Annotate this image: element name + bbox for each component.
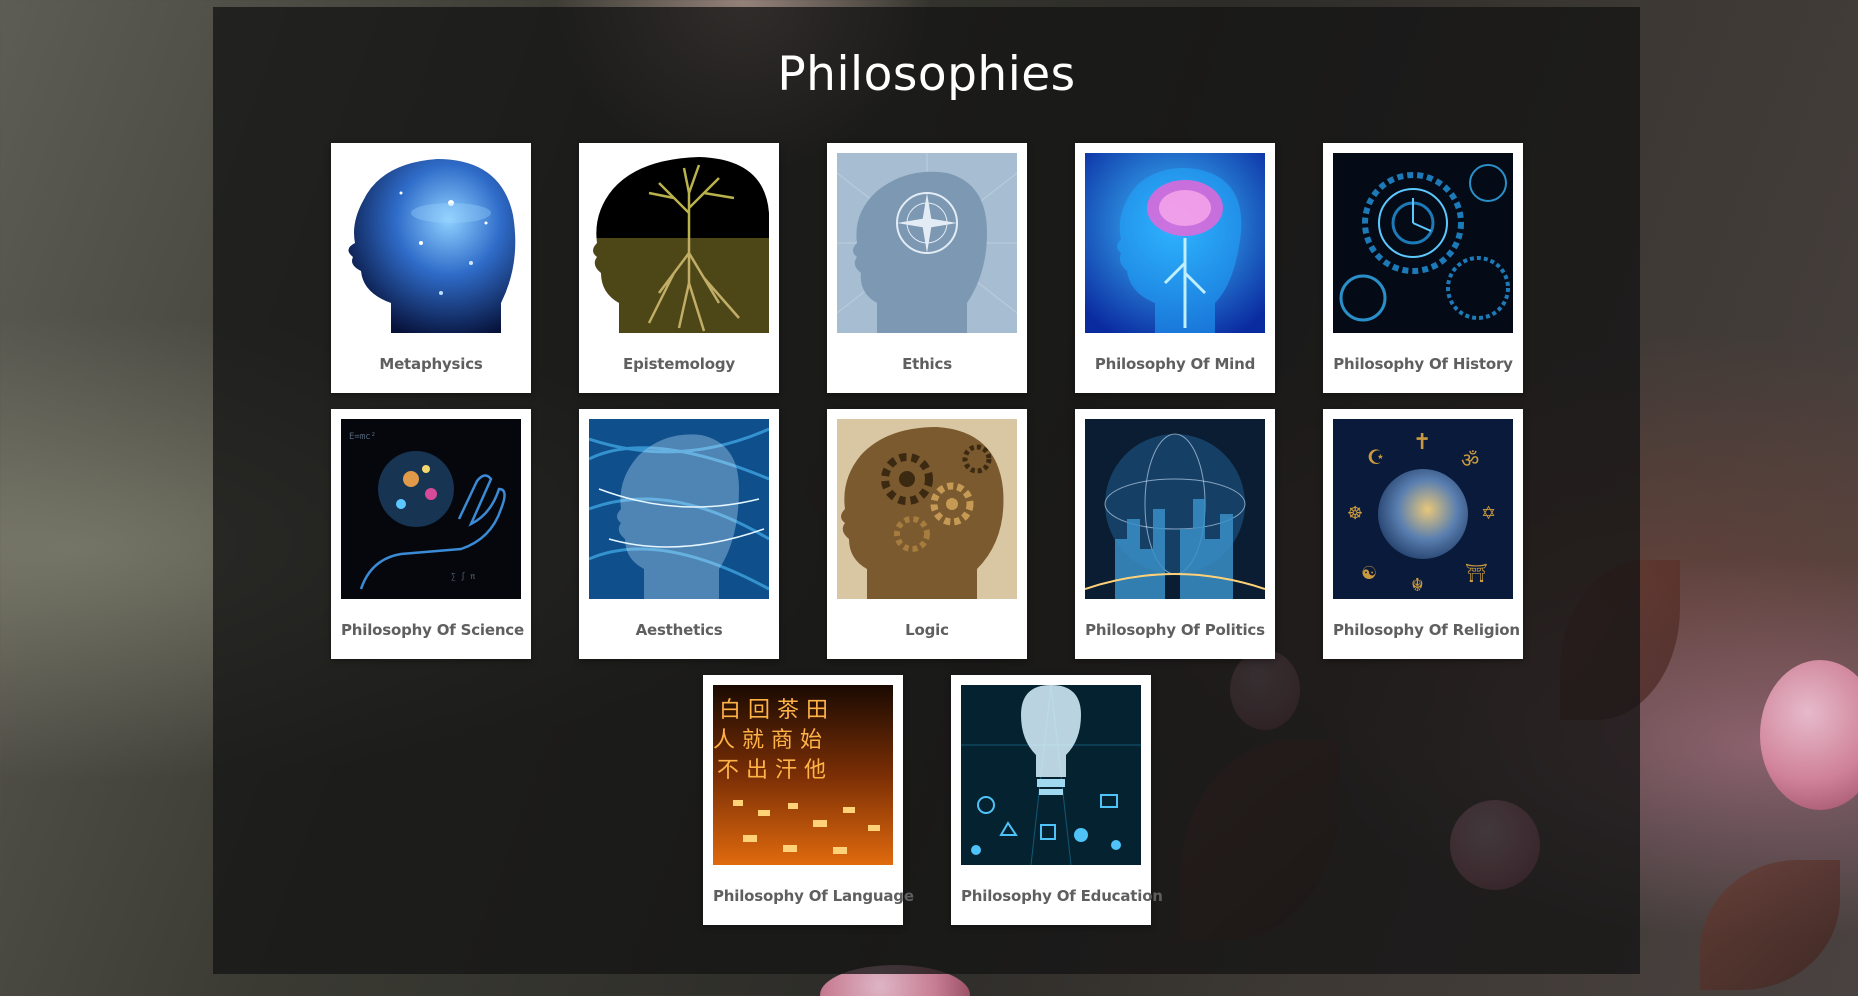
- svg-text:☪: ☪: [1367, 445, 1385, 469]
- card-epistemology[interactable]: Epistemology: [579, 143, 779, 393]
- card-label: Philosophy Of Education: [961, 887, 1163, 905]
- earth-religious-symbols-icon: ✝ ☪ ॐ ☸ ✡ ☯ ☬ ⛩: [1333, 419, 1513, 599]
- card-label: Logic: [905, 621, 949, 639]
- tree-roots-head-icon: [589, 153, 769, 333]
- page-title: Philosophies: [777, 47, 1076, 102]
- globe-city-icon: [1085, 419, 1265, 599]
- card-label: Epistemology: [623, 355, 735, 373]
- lightbulb-icons-icon: [961, 685, 1141, 865]
- card-ethics[interactable]: Ethics: [827, 143, 1027, 393]
- glowing-characters-icon: 白 回 茶 田 人 就 商 始 不 出 汗 他: [713, 685, 893, 865]
- svg-text:☸: ☸: [1347, 503, 1363, 524]
- card-label: Ethics: [902, 355, 952, 373]
- cosmic-head-silhouette-icon: [341, 153, 521, 333]
- card-metaphysics[interactable]: Metaphysics: [331, 143, 531, 393]
- card-label: Philosophy Of Religion: [1333, 621, 1520, 639]
- svg-text:☯: ☯: [1361, 563, 1377, 584]
- svg-text:✡: ✡: [1481, 503, 1496, 524]
- hand-with-molecules-icon: E=mc² ∑ ∫ π: [341, 419, 521, 599]
- svg-text:⛩: ⛩: [1465, 563, 1488, 584]
- background-leaf: [1700, 860, 1840, 990]
- svg-text:ॐ: ॐ: [1461, 448, 1479, 472]
- card-label: Aesthetics: [635, 621, 723, 639]
- card-label: Metaphysics: [379, 355, 483, 373]
- card-philosophy-of-history[interactable]: Philosophy Of History: [1323, 143, 1523, 393]
- card-label: Philosophy Of Language: [713, 887, 914, 905]
- background-blossom: [1760, 660, 1858, 810]
- card-aesthetics[interactable]: Aesthetics: [579, 409, 779, 659]
- card-philosophy-of-education[interactable]: Philosophy Of Education: [951, 675, 1163, 925]
- svg-text:∑ ∫ π: ∑ ∫ π: [451, 572, 475, 581]
- philosophy-grid: Metaphysics Epistemology Ethics Philosop…: [331, 143, 1523, 925]
- card-label: Philosophy Of History: [1333, 355, 1513, 373]
- card-philosophy-of-mind[interactable]: Philosophy Of Mind: [1075, 143, 1275, 393]
- svg-text:E=mc²: E=mc²: [349, 432, 376, 442]
- card-label: Philosophy Of Science: [341, 621, 524, 639]
- card-label: Philosophy Of Politics: [1085, 621, 1265, 639]
- compass-head-icon: [837, 153, 1017, 333]
- card-philosophy-of-language[interactable]: 白 回 茶 田 人 就 商 始 不 出 汗 他 Philosophy Of La…: [703, 675, 914, 925]
- card-philosophy-of-politics[interactable]: Philosophy Of Politics: [1075, 409, 1275, 659]
- clockwork-gears-icon: [1333, 153, 1513, 333]
- svg-text:不 出 汗 他: 不 出 汗 他: [717, 758, 826, 783]
- light-waves-head-icon: [589, 419, 769, 599]
- gears-head-icon: [837, 419, 1017, 599]
- card-label: Philosophy Of Mind: [1094, 355, 1256, 373]
- svg-text:✝: ✝: [1413, 430, 1431, 455]
- card-philosophy-of-religion[interactable]: ✝ ☪ ॐ ☸ ✡ ☯ ☬ ⛩ Philosophy Of Religion: [1323, 409, 1523, 659]
- glowing-brain-head-icon: [1085, 153, 1265, 333]
- card-logic[interactable]: Logic: [827, 409, 1027, 659]
- svg-text:☬: ☬: [1411, 575, 1424, 596]
- svg-text:白 回 茶 田: 白 回 茶 田: [719, 698, 828, 723]
- card-philosophy-of-science[interactable]: E=mc² ∑ ∫ π Philosophy Of Science: [331, 409, 531, 659]
- svg-text:人 就 商 始: 人 就 商 始: [713, 728, 822, 753]
- philosophies-panel: Philosophies Metaphysics Epistemology Et…: [213, 7, 1640, 974]
